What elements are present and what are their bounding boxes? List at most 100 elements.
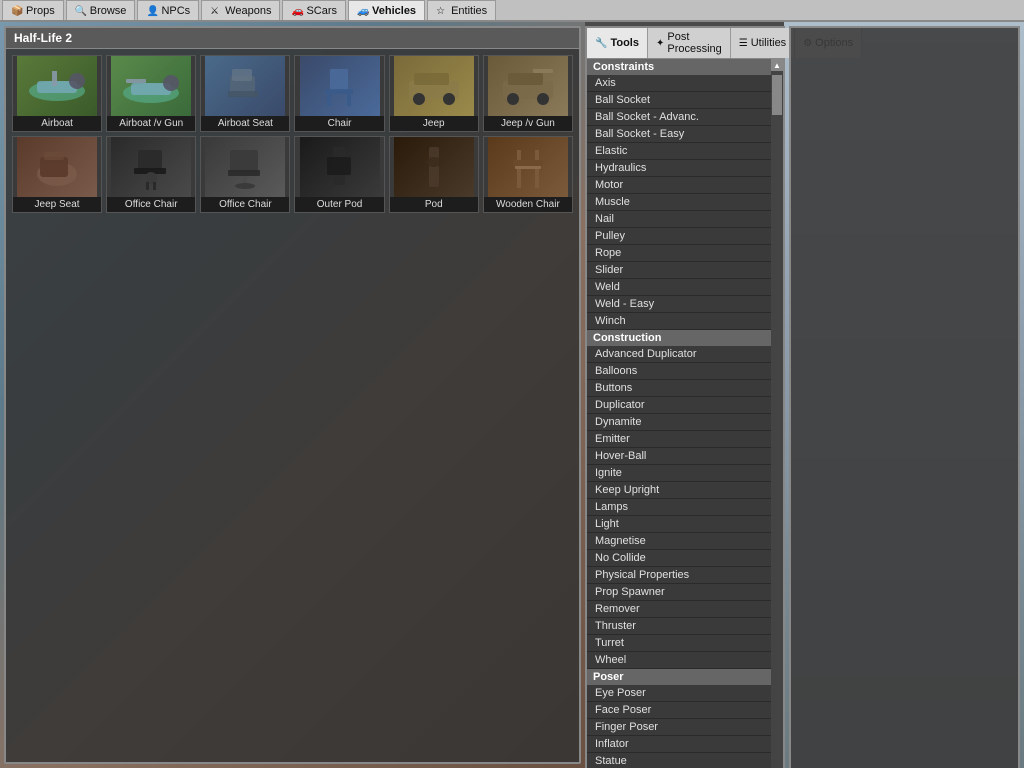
vehicles-window: Half-Life 2 bbox=[4, 26, 581, 764]
tab-scars[interactable]: SCars bbox=[282, 0, 346, 20]
entity-icon bbox=[436, 5, 448, 17]
util-icon bbox=[739, 37, 748, 49]
section-header-construction: Construction bbox=[587, 330, 771, 346]
tab-browse[interactable]: Browse bbox=[66, 0, 136, 20]
tool-item-eye-poser[interactable]: Eye Poser bbox=[587, 685, 771, 702]
scrollbar-track[interactable] bbox=[771, 71, 783, 768]
vehicle-jeep[interactable]: Jeep bbox=[389, 55, 479, 132]
tool-item-inflator[interactable]: Inflator bbox=[587, 736, 771, 753]
tool-item-face-poser[interactable]: Face Poser bbox=[587, 702, 771, 719]
tool-item-hover-ball[interactable]: Hover-Ball bbox=[587, 448, 771, 465]
tool-item-ball-socket---advanc.[interactable]: Ball Socket - Advanc. bbox=[587, 109, 771, 126]
tools-list[interactable]: ConstraintsAxisBall SocketBall Socket - … bbox=[587, 59, 771, 768]
vehicle-thumb bbox=[111, 137, 191, 197]
vehicle-jeep-seat[interactable]: Jeep Seat bbox=[12, 136, 102, 213]
tool-item-weld[interactable]: Weld bbox=[587, 279, 771, 296]
vehicle-office-chair2[interactable]: Office Chair bbox=[200, 136, 290, 213]
tab-vehicles[interactable]: Vehicles bbox=[348, 0, 425, 20]
weapon-icon bbox=[210, 5, 222, 17]
tool-item-axis[interactable]: Axis bbox=[587, 75, 771, 92]
vehicle-airboat-gun[interactable]: Airboat /v Gun bbox=[106, 55, 196, 132]
vehicle-thumb bbox=[488, 56, 568, 116]
tool-item-buttons[interactable]: Buttons bbox=[587, 380, 771, 397]
preview-panel bbox=[789, 26, 1020, 768]
vehicle-thumb bbox=[17, 137, 97, 197]
tool-item-motor[interactable]: Motor bbox=[587, 177, 771, 194]
postproc-icon bbox=[656, 37, 664, 49]
vehicles-grid: Airboat Airboat /v G bbox=[12, 55, 573, 213]
tool-item-pulley[interactable]: Pulley bbox=[587, 228, 771, 245]
vehicle-jeep-gun[interactable]: Jeep /v Gun bbox=[483, 55, 573, 132]
npc-icon bbox=[146, 5, 158, 17]
tool-item-duplicator[interactable]: Duplicator bbox=[587, 397, 771, 414]
vehicle-thumb bbox=[205, 137, 285, 197]
right-window: Tools Post Processing Utilities Opt bbox=[585, 26, 1020, 768]
tool-item-emitter[interactable]: Emitter bbox=[587, 431, 771, 448]
tools-tabbar: Tools Post Processing Utilities Opt bbox=[587, 28, 783, 59]
tool-item-finger-poser[interactable]: Finger Poser bbox=[587, 719, 771, 736]
tab-weapons[interactable]: Weapons bbox=[201, 0, 280, 20]
tool-item-lamps[interactable]: Lamps bbox=[587, 499, 771, 516]
tool-item-statue[interactable]: Statue bbox=[587, 753, 771, 768]
vehicle-airboat-seat[interactable]: Airboat Seat bbox=[200, 55, 290, 132]
tool-item-physical-properties[interactable]: Physical Properties bbox=[587, 567, 771, 584]
tool-item-ignite[interactable]: Ignite bbox=[587, 465, 771, 482]
tool-item-elastic[interactable]: Elastic bbox=[587, 143, 771, 160]
vehicle-label: Jeep bbox=[390, 116, 478, 131]
tool-item-wheel[interactable]: Wheel bbox=[587, 652, 771, 669]
vehicle-label: Jeep /v Gun bbox=[484, 116, 572, 131]
vehicle-thumb bbox=[300, 56, 380, 116]
tools-scrollbar: ▲ ▼ bbox=[771, 59, 783, 768]
scroll-up-button[interactable]: ▲ bbox=[771, 59, 783, 71]
scrollbar-thumb[interactable] bbox=[772, 75, 782, 115]
tab-postprocessing[interactable]: Post Processing bbox=[648, 28, 731, 58]
browse-icon bbox=[75, 5, 87, 17]
tab-props[interactable]: Props bbox=[2, 0, 64, 20]
vehicle-wooden-chair[interactable]: Wooden Chair bbox=[483, 136, 573, 213]
scar-icon bbox=[291, 5, 303, 17]
vehicle-thumb bbox=[205, 56, 285, 116]
tool-item-keep-upright[interactable]: Keep Upright bbox=[587, 482, 771, 499]
vehicle-label: Pod bbox=[390, 197, 478, 212]
tab-npcs[interactable]: NPCs bbox=[137, 0, 199, 20]
tool-item-prop-spawner[interactable]: Prop Spawner bbox=[587, 584, 771, 601]
tool-item-thruster[interactable]: Thruster bbox=[587, 618, 771, 635]
tool-item-slider[interactable]: Slider bbox=[587, 262, 771, 279]
vehicle-label: Office Chair bbox=[201, 197, 289, 212]
tools-panel: Tools Post Processing Utilities Opt bbox=[585, 26, 785, 768]
left-panel: Half-Life 2 bbox=[0, 22, 585, 768]
tool-item-ball-socket---easy[interactable]: Ball Socket - Easy bbox=[587, 126, 771, 143]
vehicle-outer-pod[interactable]: Outer Pod bbox=[294, 136, 384, 213]
tool-item-light[interactable]: Light bbox=[587, 516, 771, 533]
tab-utilities[interactable]: Utilities bbox=[731, 28, 795, 58]
vehicle-label: Wooden Chair bbox=[484, 197, 572, 212]
section-header-poser: Poser bbox=[587, 669, 771, 685]
tool-item-magnetise[interactable]: Magnetise bbox=[587, 533, 771, 550]
tool-item-rope[interactable]: Rope bbox=[587, 245, 771, 262]
tool-item-remover[interactable]: Remover bbox=[587, 601, 771, 618]
vehicle-office-chair1[interactable]: Office Chair bbox=[106, 136, 196, 213]
tool-item-balloons[interactable]: Balloons bbox=[587, 363, 771, 380]
tool-item-winch[interactable]: Winch bbox=[587, 313, 771, 330]
props-icon bbox=[11, 5, 23, 17]
vehicle-chair[interactable]: Chair bbox=[294, 55, 384, 132]
vehicle-icon bbox=[357, 5, 369, 17]
top-tabbar: Props Browse NPCs Weapons SCars Vehicles… bbox=[0, 0, 1024, 22]
tab-tools[interactable]: Tools bbox=[587, 28, 648, 58]
vehicle-pod[interactable]: Pod bbox=[389, 136, 479, 213]
tool-item-ball-socket[interactable]: Ball Socket bbox=[587, 92, 771, 109]
vehicle-label: Chair bbox=[295, 116, 383, 131]
tool-item-nail[interactable]: Nail bbox=[587, 211, 771, 228]
tab-entities[interactable]: Entities bbox=[427, 0, 496, 20]
vehicle-thumb bbox=[17, 56, 97, 116]
vehicle-thumb bbox=[111, 56, 191, 116]
vehicle-label: Outer Pod bbox=[295, 197, 383, 212]
tool-item-weld---easy[interactable]: Weld - Easy bbox=[587, 296, 771, 313]
tool-item-turret[interactable]: Turret bbox=[587, 635, 771, 652]
tool-item-dynamite[interactable]: Dynamite bbox=[587, 414, 771, 431]
vehicle-airboat[interactable]: Airboat bbox=[12, 55, 102, 132]
tool-item-hydraulics[interactable]: Hydraulics bbox=[587, 160, 771, 177]
tool-item-no-collide[interactable]: No Collide bbox=[587, 550, 771, 567]
tool-item-advanced-duplicator[interactable]: Advanced Duplicator bbox=[587, 346, 771, 363]
tool-item-muscle[interactable]: Muscle bbox=[587, 194, 771, 211]
